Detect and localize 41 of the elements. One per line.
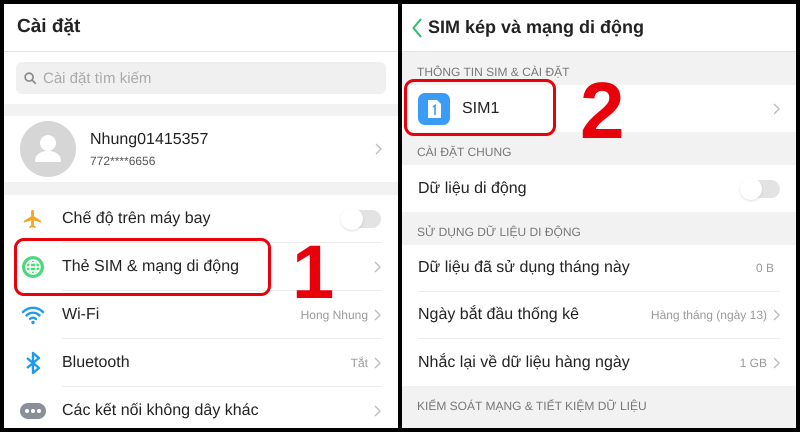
chevron-icon bbox=[375, 143, 382, 155]
section-header: SỬ DỤNG DỮ LIỆU DI ĐỘNG bbox=[417, 224, 581, 241]
setting-label: Thẻ SIM & mạng di động bbox=[62, 256, 240, 276]
chevron-icon bbox=[374, 405, 381, 417]
setting-label: Wi-Fi bbox=[62, 304, 100, 324]
chevron-icon bbox=[773, 102, 780, 114]
setting-label: Các kết nối không dây khác bbox=[62, 401, 260, 421]
step-number: 2 bbox=[580, 71, 624, 151]
chevron-icon bbox=[374, 308, 381, 320]
chevron-icon bbox=[773, 309, 780, 321]
back-icon[interactable] bbox=[412, 18, 422, 38]
airplane-icon bbox=[22, 208, 44, 230]
section-header: CÀI ĐẶT CHUNG bbox=[417, 144, 512, 161]
setting-value: 0 B bbox=[756, 260, 774, 277]
section-header: KIỂM SOÁT MẠNG & TIẾT KIỆM DỮ LIỆU bbox=[417, 398, 647, 415]
avatar-icon bbox=[20, 121, 76, 177]
phone-number: 772****6656 bbox=[90, 153, 156, 170]
globe-icon bbox=[21, 255, 45, 279]
setting-label: Chế độ trên máy bay bbox=[62, 208, 212, 228]
setting-label: SIM1 bbox=[462, 98, 500, 118]
bluetooth-icon bbox=[25, 351, 41, 375]
sim-card-icon bbox=[418, 92, 450, 124]
setting-label: Ngày bắt đầu thống kê bbox=[418, 304, 580, 325]
screen-title: SIM kép và mạng di động bbox=[428, 16, 644, 39]
setting-value: 1 GB bbox=[740, 354, 767, 372]
chevron-icon bbox=[374, 356, 381, 368]
profile-name: Nhung01415357 bbox=[90, 130, 210, 150]
setting-value: Hàng tháng (ngày 13) bbox=[650, 307, 767, 324]
chevron-icon bbox=[773, 356, 780, 368]
setting-label: Nhắc lại về dữ liệu hàng ngày bbox=[418, 352, 631, 372]
screen-title: Cài đặt bbox=[17, 15, 80, 40]
setting-label: Bluetooth bbox=[62, 352, 131, 372]
setting-label: Dữ liệu đã sử dụng tháng này bbox=[418, 258, 631, 278]
setting-value: Tắt bbox=[350, 354, 368, 372]
wifi-icon bbox=[21, 305, 45, 325]
more-icon bbox=[20, 403, 46, 419]
setting-label: Dữ liệu di động bbox=[418, 178, 528, 198]
section-header: THÔNG TIN SIM & CÀI ĐẶT bbox=[417, 64, 570, 81]
chevron-icon bbox=[374, 260, 381, 272]
profile-row[interactable]: Nhung01415357 772****6656 bbox=[4, 116, 398, 182]
search-field[interactable]: Cài đặt tìm kiếm bbox=[16, 62, 386, 94]
